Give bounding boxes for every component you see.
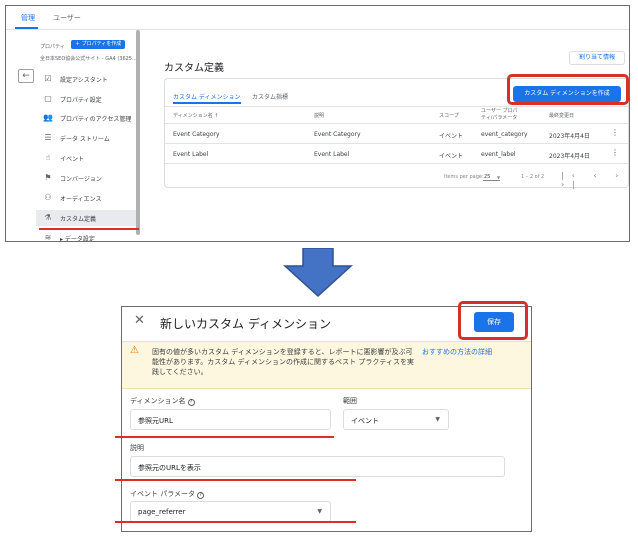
table-pagination: Items per page: 25 ▼ 1 – 2 of 2 |‹ ‹ › ›…	[165, 169, 628, 189]
data-settings-icon: ≋	[44, 233, 52, 242]
sidebar-item-setup-assistant[interactable]: ☑ 設定アシスタント	[36, 71, 139, 87]
annotation-underline	[39, 228, 139, 230]
property-name[interactable]: 全日本SEO協会公式サイト - GA4 (3625...	[40, 55, 140, 62]
property-label: プロパティ	[40, 44, 65, 50]
quota-info-button[interactable]: 割り当て情報	[569, 51, 625, 65]
event-icon: ☝	[45, 153, 51, 162]
description-input[interactable]: 参照元のURLを表示	[130, 456, 505, 477]
sidebar-item-custom-definitions[interactable]: ⚗ カスタム定義	[36, 210, 139, 226]
annotation-underline	[115, 436, 334, 438]
dialog-title: 新しいカスタム ディメンション	[160, 317, 331, 331]
items-per-page-label: Items per page:	[444, 174, 484, 180]
warning-text: 固有の値が多いカスタム ディメンションを登録すると、レポートに悪影響が及ぶ可能性…	[152, 348, 414, 376]
warning-icon: ⚠	[130, 345, 139, 356]
property-settings-icon: ▢	[44, 94, 52, 103]
page-title: カスタム定義	[164, 63, 224, 74]
cell-description: Event Category	[314, 131, 361, 138]
ga4-admin-screenshot: 管理 ユーザー ← プロパティ ＋ プロパティを作成 全日本SEO協会公式サイト…	[5, 5, 630, 242]
sidebar-item-label: ▸ データ設定	[60, 236, 95, 242]
checklist-icon: ☑	[44, 74, 52, 83]
best-practices-link[interactable]: おすすめの方法の詳細	[422, 347, 492, 357]
custom-definitions-icon: ⚗	[44, 213, 52, 222]
down-arrow-icon	[283, 248, 353, 298]
admin-tab-bar: 管理 ユーザー	[6, 6, 629, 30]
description-value: 参照元のURLを表示	[138, 464, 201, 472]
event-parameter-label: イベント パラメータ?	[130, 489, 205, 499]
column-header-dimension-name[interactable]: ディメンション名 ↑	[173, 112, 218, 119]
dimension-name-label: ディメンション名?	[130, 396, 195, 406]
event-parameter-select[interactable]: page_referrer ▼	[130, 501, 331, 522]
sidebar-item-label: イベント	[60, 156, 85, 163]
sidebar-item-data-settings[interactable]: ≋ ▸ データ設定	[36, 230, 139, 242]
column-header-parameter[interactable]: ユーザー プロパ ティ/パラメータ	[481, 108, 518, 122]
help-icon[interactable]: ?	[187, 399, 195, 406]
tab-custom-dimensions[interactable]: カスタム ディメンション	[173, 92, 241, 101]
tab-user[interactable]: ユーザー	[53, 13, 81, 23]
event-parameter-label-text: イベント パラメータ	[130, 490, 196, 498]
conversion-flag-icon: ⚑	[44, 173, 52, 182]
sidebar-item-label: 設定アシスタント	[60, 77, 108, 84]
annotation-highlight-box	[507, 74, 629, 105]
description-label: 説明	[130, 444, 144, 452]
annotation-underline	[115, 479, 356, 481]
annotation-underline	[115, 521, 356, 523]
sidebar-item-label: カスタム定義	[60, 216, 97, 223]
sidebar-item-label: プロパティ設定	[60, 97, 102, 104]
sidebar-scrollbar[interactable]	[136, 30, 140, 235]
sidebar-item-label: コンバージョン	[60, 176, 102, 183]
sidebar-item-audiences[interactable]: ⚇ オーディエンス	[36, 190, 139, 206]
column-header-scope[interactable]: スコープ	[439, 112, 459, 119]
tab-custom-metrics[interactable]: カスタム指標	[252, 92, 288, 101]
event-parameter-value: page_referrer	[138, 508, 186, 516]
close-icon[interactable]: ✕	[134, 313, 145, 328]
cell-scope: イベント	[439, 153, 464, 160]
column-header-last-modified[interactable]: 最終変更日	[549, 112, 574, 119]
sidebar-item-data-streams[interactable]: ☰ データ ストリーム	[36, 130, 139, 146]
scope-label: 範囲	[343, 397, 357, 405]
cell-parameter: event_label	[481, 151, 516, 158]
dimension-name-input[interactable]: 参照元URL	[130, 409, 331, 430]
active-tab-indicator	[173, 102, 241, 104]
active-tab-indicator	[15, 27, 38, 29]
annotation-highlight-box	[458, 301, 528, 340]
cell-description: Event Label	[314, 151, 350, 158]
tab-admin[interactable]: 管理	[21, 13, 35, 23]
chevron-down-icon: ▼	[317, 508, 322, 515]
admin-sidebar: プロパティ ＋ プロパティを作成 全日本SEO協会公式サイト - GA4 (36…	[36, 30, 140, 242]
help-icon[interactable]: ?	[197, 492, 205, 499]
page-range-text: 1 – 2 of 2	[521, 174, 545, 180]
cell-scope: イベント	[439, 133, 464, 140]
chevron-down-icon: ▼	[497, 175, 501, 180]
more-vert-icon[interactable]: ⋮	[611, 148, 619, 157]
table-row[interactable]: Event Category Event Category イベント event…	[165, 124, 628, 144]
sidebar-item-label: プロパティのアクセス管理	[60, 116, 132, 123]
scope-select[interactable]: イベント ▼	[343, 409, 449, 430]
cell-parameter: event_category	[481, 131, 528, 138]
sidebar-item-conversions[interactable]: ⚑ コンバージョン	[36, 170, 139, 186]
sidebar-item-label: データ ストリーム	[60, 136, 110, 143]
cell-dimension-name: Event Category	[173, 131, 220, 138]
sidebar-item-events[interactable]: ☝ イベント	[36, 150, 139, 166]
pagination-controls[interactable]: |‹ ‹ › ›|	[561, 171, 628, 189]
access-management-icon: 👥	[43, 113, 53, 122]
sidebar-item-access-management[interactable]: 👥 プロパティのアクセス管理	[36, 110, 139, 126]
sidebar-item-property-settings[interactable]: ▢ プロパティ設定	[36, 91, 139, 107]
cell-last-modified: 2023年4月4日	[549, 153, 590, 160]
create-property-button[interactable]: ＋ プロパティを作成	[71, 40, 126, 49]
back-arrow-icon[interactable]: ←	[18, 69, 34, 83]
cell-dimension-name: Event Label	[173, 151, 209, 158]
dimension-name-label-text: ディメンション名	[130, 397, 186, 405]
sidebar-item-label: オーディエンス	[60, 196, 102, 203]
more-vert-icon[interactable]: ⋮	[611, 128, 619, 137]
table-header: ディメンション名 ↑ 説明 スコープ ユーザー プロパ ティ/パラメータ 最終変…	[165, 106, 628, 124]
column-header-description[interactable]: 説明	[314, 112, 324, 119]
table-row[interactable]: Event Label Event Label イベント event_label…	[165, 144, 628, 164]
chevron-down-icon: ▼	[435, 416, 440, 423]
data-stream-icon: ☰	[44, 133, 52, 142]
audience-icon: ⚇	[44, 193, 52, 202]
dimension-name-value: 参照元URL	[138, 417, 173, 425]
scope-value: イベント	[351, 417, 379, 425]
warning-banner: ⚠ 固有の値が多いカスタム ディメンションを登録すると、レポートに悪影響が及ぶ可…	[122, 341, 531, 389]
cell-last-modified: 2023年4月4日	[549, 133, 590, 140]
